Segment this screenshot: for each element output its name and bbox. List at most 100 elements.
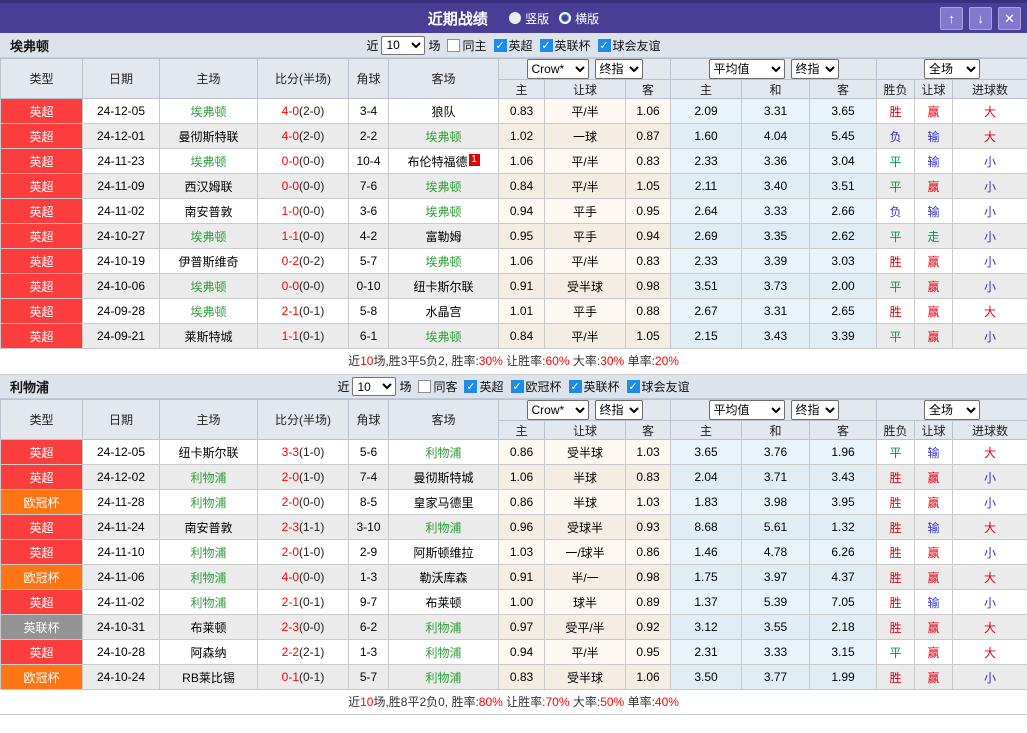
result-handicap: 赢 <box>914 173 954 199</box>
ah-away-odds: 0.89 <box>625 589 671 615</box>
eu-away-odds: 3.03 <box>808 248 878 274</box>
recent-count-select[interactable]: 10 <box>352 377 397 396</box>
odds-source-select[interactable]: Crow* <box>526 400 589 420</box>
ah-home-odds: 1.06 <box>498 248 545 274</box>
away-team: 勒沃库森 <box>388 564 499 590</box>
match-row: 英超 24-10-06 埃弗顿 0-0(0-0) 0-10 纽卡斯尔联 0.91 受半球 0.9… <box>0 273 1027 299</box>
score: 4-0(0-0) <box>257 564 349 590</box>
ah-handicap: 球半 <box>544 589 626 615</box>
league-checkbox-2[interactable]: ✓ <box>568 380 582 393</box>
match-row: 欧冠杯 24-11-06 利物浦 4-0(0-0) 1-3 勒沃库森 0.91 半/一 0.98… <box>0 564 1027 590</box>
scroll-down-button[interactable]: ↓ <box>969 7 992 30</box>
league-checkbox-label-0: 英超 <box>508 38 533 53</box>
scope-select[interactable]: 全场 <box>924 59 981 79</box>
same-venue-checkbox[interactable] <box>418 380 432 393</box>
recent-count-select[interactable]: 10 <box>381 35 426 55</box>
away-team: 阿斯顿维拉 <box>388 539 499 565</box>
sub-col-header-8: 进球数 <box>952 420 1027 440</box>
fulltime-score: 2-0 <box>281 495 299 509</box>
score: 2-0(0-0) <box>257 489 349 515</box>
ah-away-odds: 0.95 <box>625 198 671 224</box>
home-team: 西汉姆联 <box>159 173 258 199</box>
eu-home-odds: 1.46 <box>670 539 742 565</box>
result-wdl: 平 <box>876 439 916 465</box>
halftime-score: (1-0) <box>299 445 325 459</box>
odds-time-select[interactable]: 终指 <box>594 400 643 420</box>
eu-home-odds: 2.69 <box>670 223 742 249</box>
league-checkbox-1[interactable]: ✓ <box>510 380 524 393</box>
layout-radio-0[interactable] <box>509 12 522 24</box>
result-wdl: 平 <box>876 323 916 349</box>
home-team: 利物浦 <box>159 564 258 590</box>
league-checkbox-1[interactable]: ✓ <box>539 38 553 52</box>
ah-away-odds: 1.06 <box>625 664 671 690</box>
odds-source-select[interactable]: Crow* <box>526 59 589 79</box>
eu-draw-odds: 3.35 <box>741 223 810 249</box>
ah-away-odds: 1.05 <box>625 323 671 349</box>
league-checkbox-3[interactable]: ✓ <box>626 380 640 393</box>
score: 2-1(0-1) <box>257 298 349 324</box>
result-handicap: 赢 <box>914 248 954 274</box>
match-date: 24-12-05 <box>82 439 160 465</box>
eu-draw-odds: 4.04 <box>741 123 810 149</box>
result-goals: 大 <box>952 639 1027 665</box>
fulltime-score: 2-2 <box>281 645 299 659</box>
ah-home-odds: 0.94 <box>498 639 545 665</box>
eu-away-odds: 2.00 <box>808 273 878 299</box>
halftime-score: (0-0) <box>299 229 325 243</box>
filter-bar: 埃弗顿 近 10 场同主 ✓ 英超 ✓ 英联杯 ✓ 球会友谊 <box>0 33 1027 58</box>
ah-handicap: 受平/半 <box>544 614 626 640</box>
eu-draw-odds: 3.73 <box>741 273 810 299</box>
match-date: 24-11-28 <box>82 489 160 515</box>
europe-source-select[interactable]: 平均值 <box>708 400 785 420</box>
eu-away-odds: 3.04 <box>808 148 878 174</box>
result-goals: 大 <box>952 564 1027 590</box>
scope-select[interactable]: 全场 <box>924 400 981 420</box>
match-date: 24-10-19 <box>82 248 160 274</box>
europe-time-select[interactable]: 终指 <box>790 400 839 420</box>
ah-home-odds: 0.83 <box>498 98 545 124</box>
home-team: 埃弗顿 <box>159 98 258 124</box>
scroll-up-button[interactable]: ↑ <box>940 7 963 30</box>
match-row: 英超 24-12-02 利物浦 2-0(1-0) 7-4 曼彻斯特城 1.06 半球 0.83 2… <box>0 464 1027 490</box>
ah-handicap: 平/半 <box>544 639 626 665</box>
summary-text: 40% <box>654 695 679 709</box>
layout-radio-1[interactable] <box>559 12 572 24</box>
result-handicap: 赢 <box>914 539 954 565</box>
away-team: 纽卡斯尔联 <box>388 273 499 299</box>
result-handicap: 输 <box>914 148 954 174</box>
league-badge: 英超 <box>0 439 83 465</box>
ah-home-odds: 0.91 <box>498 273 545 299</box>
europe-source-select[interactable]: 平均值 <box>708 59 785 79</box>
league-badge: 英超 <box>0 273 83 299</box>
same-venue-label: 同主 <box>462 38 487 53</box>
corners: 9-7 <box>348 589 389 615</box>
eu-away-odds: 3.39 <box>808 323 878 349</box>
league-checkbox-0[interactable]: ✓ <box>493 38 507 52</box>
match-date: 24-11-23 <box>82 148 160 174</box>
sub-col-header-2: 客 <box>625 420 671 440</box>
summary-text: 10 <box>360 695 374 709</box>
home-team: 埃弗顿 <box>159 273 258 299</box>
odds-time-select[interactable]: 终指 <box>594 59 643 79</box>
ah-away-odds: 1.03 <box>625 439 671 465</box>
eu-away-odds: 1.96 <box>808 439 878 465</box>
summary-text: 70% <box>545 695 570 709</box>
fulltime-score: 1-1 <box>281 229 299 243</box>
away-team: 水晶宫 <box>388 298 499 324</box>
fulltime-score: 2-0 <box>281 470 299 484</box>
same-venue-checkbox[interactable] <box>447 38 461 52</box>
ah-home-odds: 0.86 <box>498 439 545 465</box>
ah-handicap: 平/半 <box>544 323 626 349</box>
close-button[interactable]: ✕ <box>998 7 1021 30</box>
europe-time-select[interactable]: 终指 <box>790 59 839 79</box>
eu-draw-odds: 3.36 <box>741 148 810 174</box>
league-badge: 英超 <box>0 248 83 274</box>
league-checkbox-0[interactable]: ✓ <box>464 380 478 393</box>
ah-home-odds: 0.84 <box>498 323 545 349</box>
score: 1-1(0-1) <box>257 323 349 349</box>
match-date: 24-11-09 <box>82 173 160 199</box>
ah-away-odds: 0.93 <box>625 514 671 540</box>
league-badge: 英超 <box>0 539 83 565</box>
league-checkbox-2[interactable]: ✓ <box>597 38 611 52</box>
